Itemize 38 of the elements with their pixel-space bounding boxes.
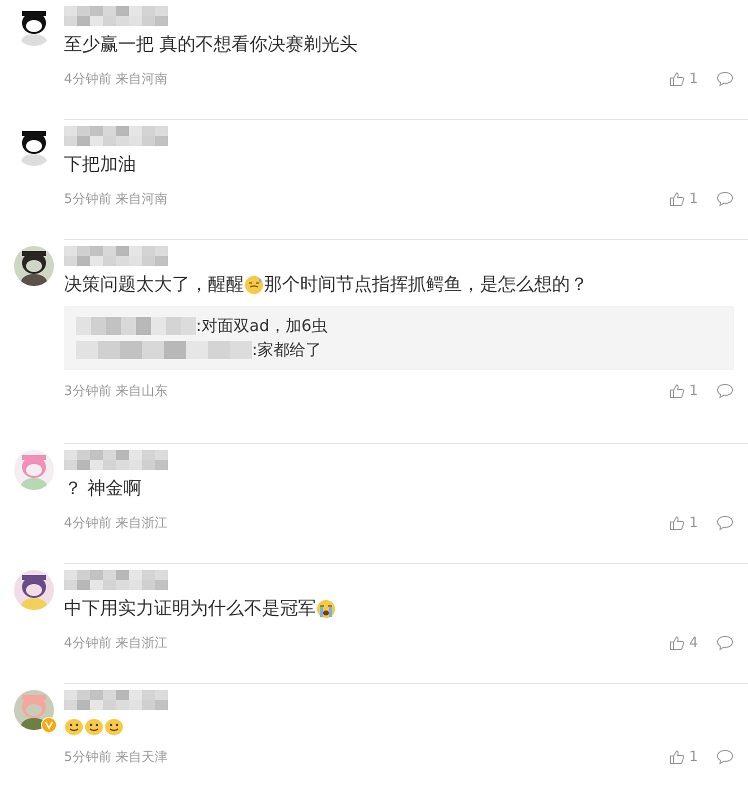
- comment-text: 中下用实力证明为什么不是冠军: [64, 597, 316, 621]
- like-button[interactable]: 4: [669, 635, 698, 651]
- smiling-face-icon: [104, 716, 124, 736]
- comment-icon[interactable]: [716, 191, 734, 207]
- comment-text: 下把加油: [64, 153, 136, 177]
- thumbs-up-icon: [669, 191, 686, 207]
- timestamp-location: 4分钟前 来自浙江: [64, 635, 168, 652]
- comment-text: 那个时间节点指挥抓鳄鱼，是怎么想的？: [264, 273, 588, 297]
- timestamp-location: 5分钟前 来自天津: [64, 749, 168, 766]
- timestamp-location: 4分钟前 来自河南: [64, 71, 168, 88]
- thumbs-up-icon: [669, 383, 686, 399]
- comment-icon[interactable]: [716, 635, 734, 651]
- thumbs-up-icon: [669, 71, 686, 87]
- thumbs-up-icon: [669, 749, 686, 765]
- reply-text: :家都给了: [252, 339, 322, 361]
- timestamp-location: 3分钟前 来自山东: [64, 383, 168, 400]
- comment-text: ？ 神金啊: [64, 477, 142, 501]
- comment-icon[interactable]: [716, 749, 734, 765]
- like-button[interactable]: 1: [669, 71, 698, 87]
- like-button[interactable]: 1: [669, 191, 698, 207]
- like-button[interactable]: 1: [669, 383, 698, 399]
- comment-icon[interactable]: [716, 71, 734, 87]
- thumbs-up-icon: [669, 635, 686, 651]
- thumbs-up-icon: [669, 515, 686, 531]
- comment-text: 决策问题太大了，醒醒: [64, 273, 244, 297]
- reply-text: :对面双ad，加6虫: [196, 315, 328, 337]
- comment-text: 至少赢一把 真的不想看你决赛剃光头: [64, 33, 358, 57]
- crying-face-icon: [316, 599, 336, 619]
- like-button[interactable]: 1: [669, 749, 698, 765]
- timestamp-location: 4分钟前 来自浙江: [64, 515, 168, 532]
- smiling-face-icon: [84, 716, 104, 736]
- smiling-face-icon: [64, 716, 84, 736]
- comment-icon[interactable]: [716, 383, 734, 399]
- reply-preview[interactable]: :对面双ad，加6虫 :家都给了: [64, 306, 734, 370]
- comment-icon[interactable]: [716, 515, 734, 531]
- sweat-face-icon: [244, 275, 264, 295]
- timestamp-location: 5分钟前 来自河南: [64, 191, 168, 208]
- like-button[interactable]: 1: [669, 515, 698, 531]
